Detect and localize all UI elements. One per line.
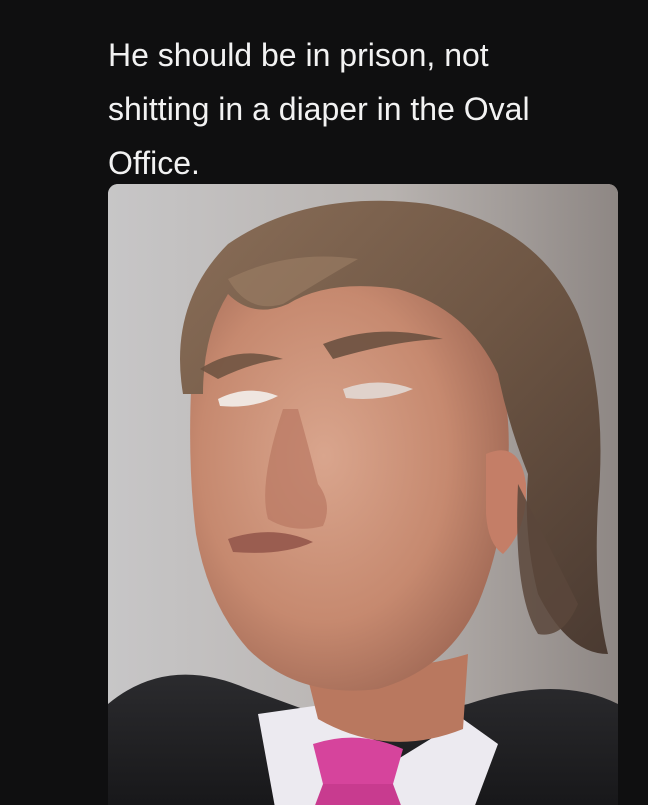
post-text: He should be in prison, not shitting in … xyxy=(108,37,530,181)
post-card: He should be in prison, not shitting in … xyxy=(0,0,648,805)
portrait-photo xyxy=(108,184,618,805)
post-image[interactable] xyxy=(108,184,618,805)
